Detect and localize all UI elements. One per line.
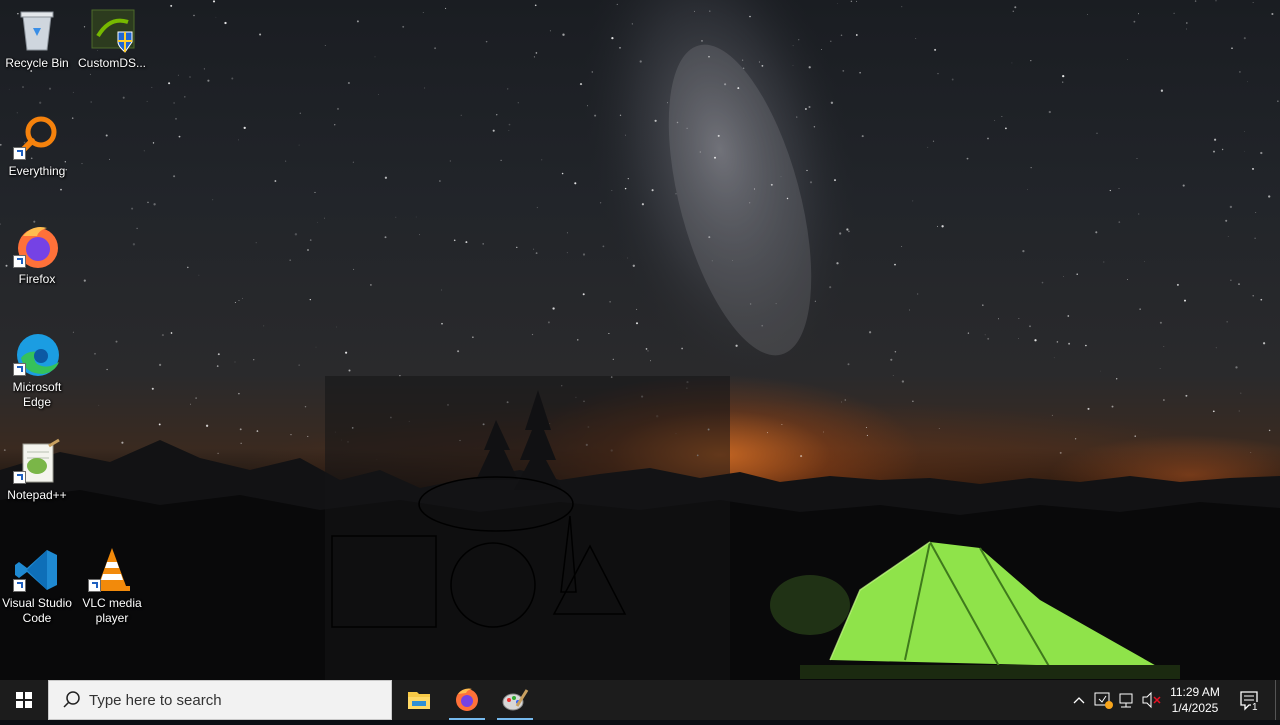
desktop-icon-label: CustomDS...: [77, 56, 146, 70]
shortcut-arrow-icon: [13, 579, 26, 592]
notepadpp-icon: [13, 438, 61, 486]
taskbar-paint[interactable]: [491, 680, 539, 720]
desktop-icon-everything[interactable]: Everything: [0, 114, 75, 179]
customds-icon: [88, 6, 136, 54]
desktop-icon-label: Microsoft Edge: [12, 380, 62, 409]
desktop-icon-notepadpp[interactable]: Notepad++: [0, 438, 75, 503]
search-placeholder: Type here to search: [89, 692, 222, 709]
shortcut-arrow-icon: [88, 579, 101, 592]
edge-icon: [13, 330, 61, 378]
shortcut-arrow-icon: [13, 255, 26, 268]
recycle-bin-icon: [13, 6, 61, 54]
taskbar: Type here to search 11:29 AM 1/4/2025 1: [0, 680, 1280, 720]
vscode-icon: [13, 546, 61, 594]
show-hidden-icons-chevron-up-icon[interactable]: [1067, 680, 1091, 720]
clock-time: 11:29 AM: [1170, 685, 1220, 699]
show-desktop-button[interactable]: [1275, 680, 1280, 720]
everything-icon: [13, 114, 61, 162]
start-button[interactable]: [0, 680, 48, 720]
taskbar-file-explorer[interactable]: [395, 680, 443, 720]
desktop-icon-vscode[interactable]: Visual Studio Code: [0, 546, 75, 626]
shortcut-arrow-icon: [13, 471, 26, 484]
desktop-icon-edge[interactable]: Microsoft Edge: [0, 330, 75, 410]
firefox-icon: [13, 222, 61, 270]
network-icon[interactable]: [1115, 680, 1139, 720]
notification-count-badge: 1: [1251, 702, 1259, 713]
windows-logo-icon: [16, 692, 32, 708]
paint-canvas-overlay: [325, 376, 730, 680]
clock-date: 1/4/2025: [1171, 701, 1219, 715]
notification-icon: [1240, 691, 1258, 711]
narrow-triangle-shape: [560, 515, 577, 593]
volume-muted-icon[interactable]: [1139, 680, 1163, 720]
desktop-icon-recycle-bin[interactable]: Recycle Bin: [0, 6, 75, 71]
desktop-icon-label: Firefox: [18, 272, 56, 286]
desktop-icon-firefox[interactable]: Firefox: [0, 222, 75, 287]
shortcut-arrow-icon: [13, 147, 26, 160]
rectangle-shape: [331, 535, 437, 628]
desktop-icon-label: VLC media player: [82, 596, 142, 625]
ellipse-shape: [418, 476, 574, 532]
desktop-icon-label: Notepad++: [7, 488, 67, 502]
taskbar-clock[interactable]: 11:29 AM 1/4/2025: [1162, 680, 1228, 720]
desktop-icon-vlc[interactable]: VLC media player: [74, 546, 150, 626]
file-explorer-icon: [408, 692, 430, 709]
security-warning-tray-icon[interactable]: [1091, 680, 1115, 720]
taskbar-firefox[interactable]: [443, 680, 491, 720]
desktop-icon-label: Recycle Bin: [5, 56, 69, 70]
taskbar-search-box[interactable]: Type here to search: [48, 680, 392, 720]
desktop-icon-customds[interactable]: CustomDS...: [74, 6, 150, 71]
firefox-icon: [456, 688, 478, 711]
desktop-icon-label: Visual Studio Code: [2, 596, 72, 625]
vlc-icon: [88, 546, 136, 594]
action-center-button[interactable]: 1: [1236, 680, 1264, 720]
desktop-icon-label: Everything: [8, 164, 66, 178]
circle-shape: [450, 542, 536, 628]
paint-icon: [502, 689, 529, 711]
search-icon: [63, 691, 80, 708]
shortcut-arrow-icon: [13, 363, 26, 376]
